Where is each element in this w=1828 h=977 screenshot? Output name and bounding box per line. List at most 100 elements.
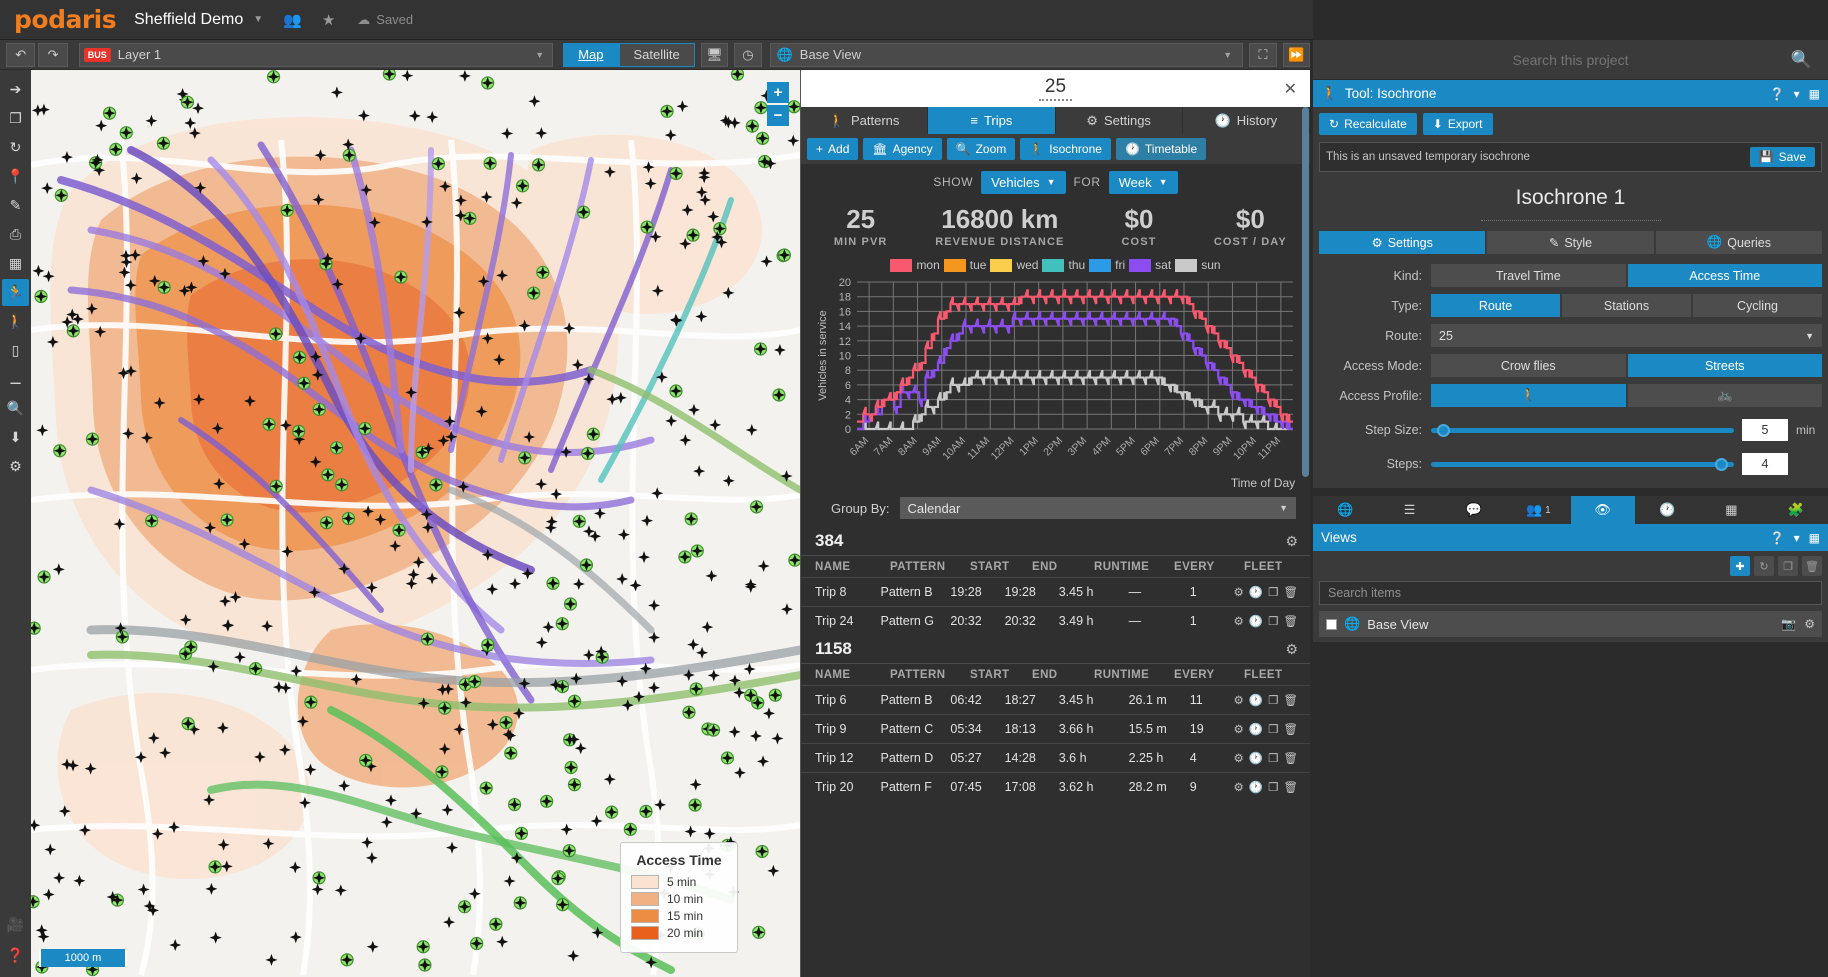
for-select[interactable]: Week ▼ bbox=[1108, 170, 1178, 194]
agency-button[interactable]: 🏛 Agency bbox=[863, 138, 942, 160]
marker-tool-icon[interactable]: 📍 bbox=[2, 163, 29, 190]
views-search-input[interactable]: Search items bbox=[1319, 581, 1822, 605]
isochrone-tool-icon[interactable]: 🏃 bbox=[2, 279, 29, 306]
fullscreen-icon[interactable]: ⛶ bbox=[1249, 42, 1277, 67]
step-size-value[interactable]: 5 bbox=[1742, 419, 1788, 441]
duplicate-icon[interactable]: ❐ bbox=[1268, 722, 1278, 736]
clock-icon[interactable]: 🕐 bbox=[1249, 751, 1263, 765]
walk-tool-icon[interactable]: 🚶 bbox=[2, 308, 29, 335]
kind-option-access-time[interactable]: Access Time bbox=[1627, 264, 1822, 287]
show-select[interactable]: Vehicles ▼ bbox=[981, 170, 1066, 194]
timetable-button[interactable]: 🕐 Timetable bbox=[1115, 138, 1207, 160]
delete-icon[interactable]: 🗑 bbox=[1283, 751, 1298, 765]
table-row[interactable]: Trip 12 Pattern D 05:27 14:28 3.6 h 2.25 h 4 ⚙ 🕐… bbox=[801, 743, 1310, 772]
chart-legend-item[interactable]: mon bbox=[890, 258, 940, 272]
table-row[interactable]: Trip 20 Pattern F 07:45 17:08 3.62 h 28.2 m 9 ⚙… bbox=[801, 772, 1310, 801]
add-button[interactable]: + Add bbox=[807, 138, 859, 160]
time-dial-icon[interactable]: ◷ bbox=[734, 42, 762, 67]
puzzle-icon[interactable]: 🧩 bbox=[1764, 496, 1828, 524]
app-logo[interactable]: podaris bbox=[0, 5, 134, 34]
globe-icon[interactable]: 🌐 bbox=[1313, 496, 1377, 524]
popout-icon[interactable]: ▦ bbox=[1809, 531, 1820, 545]
duplicate-icon[interactable]: ❐ bbox=[1268, 780, 1278, 794]
chart-legend-item[interactable]: tue bbox=[943, 258, 986, 272]
help-tool-icon[interactable]: ❓ bbox=[2, 942, 29, 969]
history-icon[interactable]: 🕐 bbox=[1635, 496, 1699, 524]
page-title[interactable]: 25 bbox=[1038, 76, 1073, 101]
eraser-tool-icon[interactable]: ⎙ bbox=[2, 221, 29, 248]
zoom-out-button[interactable]: − bbox=[767, 105, 789, 126]
duplicate-view-icon[interactable]: ❐ bbox=[1778, 556, 1798, 576]
project-name[interactable]: Sheffield Demo bbox=[134, 11, 251, 29]
chart-legend-item[interactable]: sat bbox=[1129, 258, 1171, 272]
clock-icon[interactable]: 🕐 bbox=[1249, 722, 1263, 736]
help-icon[interactable]: ❔ bbox=[1770, 87, 1785, 101]
tab-style[interactable]: ✎ Style bbox=[1487, 231, 1654, 254]
view-select[interactable]: 🌐 Base View ▼ bbox=[769, 42, 1244, 67]
trip-group-header[interactable]: 1158 ⚙ bbox=[801, 635, 1310, 664]
save-button[interactable]: 💾 Save bbox=[1749, 147, 1815, 167]
duplicate-icon[interactable]: ❐ bbox=[1268, 614, 1278, 628]
copy-tool-icon[interactable]: ❐ bbox=[2, 105, 29, 132]
annotation-tool-icon[interactable]: ▯ bbox=[2, 337, 29, 364]
panel-scrollbar[interactable] bbox=[1302, 107, 1309, 507]
view-checkbox[interactable] bbox=[1326, 618, 1337, 630]
slider-knob[interactable] bbox=[1437, 423, 1450, 437]
zoom-button[interactable]: 🔍 Zoom bbox=[946, 138, 1016, 160]
table-row[interactable]: Trip 24 Pattern G 20:32 20:32 3.49 h — 1 ⚙ 🕐 ❐ 🗑 bbox=[801, 606, 1310, 635]
isochrone-name[interactable]: Isochrone 1 bbox=[1480, 180, 1661, 221]
grid-icon[interactable]: ▦ bbox=[1699, 496, 1763, 524]
help-icon[interactable]: ❔ bbox=[1770, 531, 1785, 545]
recalculate-button[interactable]: ↻ Recalculate bbox=[1319, 113, 1417, 135]
share-users-icon[interactable]: 👥 bbox=[273, 11, 312, 29]
clock-icon[interactable]: 🕐 bbox=[1249, 693, 1263, 707]
delete-icon[interactable]: 🗑 bbox=[1283, 722, 1298, 736]
gear-icon[interactable]: ⚙ bbox=[1233, 585, 1243, 599]
gear-icon[interactable]: ⚙ bbox=[1233, 722, 1243, 736]
table-row[interactable]: Trip 6 Pattern B 06:42 18:27 3.45 h 26.1 m 11 ⚙… bbox=[801, 685, 1310, 714]
cursor-tool-icon[interactable]: ➔ bbox=[2, 76, 29, 103]
project-dropdown-caret[interactable]: ▼ bbox=[251, 14, 273, 25]
chevron-down-icon[interactable]: ▾ bbox=[1794, 87, 1800, 101]
type-option-route[interactable]: Route bbox=[1431, 294, 1560, 317]
duplicate-icon[interactable]: ❐ bbox=[1268, 751, 1278, 765]
table-row[interactable]: Trip 8 Pattern B 19:28 19:28 3.45 h — 1 ⚙ 🕐 ❐ 🗑 bbox=[801, 577, 1310, 606]
layers-icon[interactable]: ☰ bbox=[1377, 496, 1441, 524]
video-tool-icon[interactable]: 🎥 bbox=[2, 911, 29, 938]
clock-icon[interactable]: 🕐 bbox=[1249, 614, 1263, 628]
settings-tool-icon[interactable]: ⚙ bbox=[2, 453, 29, 480]
undo-icon[interactable]: ↶ bbox=[6, 42, 36, 67]
delete-view-icon[interactable]: 🗑 bbox=[1802, 556, 1822, 576]
duplicate-icon[interactable]: ❐ bbox=[1268, 693, 1278, 707]
delete-icon[interactable]: 🗑 bbox=[1283, 585, 1298, 599]
clock-icon[interactable]: 🕐 bbox=[1249, 585, 1263, 599]
chevron-down-icon[interactable]: ▾ bbox=[1794, 531, 1800, 545]
kind-option-travel-time[interactable]: Travel Time bbox=[1431, 264, 1626, 287]
tab-queries[interactable]: 🌐 Queries bbox=[1655, 231, 1822, 254]
delete-icon[interactable]: 🗑 bbox=[1283, 614, 1298, 628]
isochrone-button[interactable]: 🚶 Isochrone bbox=[1020, 138, 1111, 160]
search-input[interactable] bbox=[1370, 51, 1771, 68]
group-by-select[interactable]: Calendar ▼ bbox=[899, 497, 1296, 519]
layer-select[interactable]: BUS Layer 1 ▼ bbox=[78, 42, 554, 67]
chart-legend-item[interactable]: sun bbox=[1175, 258, 1221, 272]
camera-icon[interactable]: 📷 bbox=[1781, 617, 1796, 631]
gear-icon[interactable]: ⚙ bbox=[1233, 780, 1243, 794]
gear-icon[interactable]: ⚙ bbox=[1285, 641, 1298, 658]
map-canvas[interactable]: + − 1000 m Access Time 5 min 10 min 15 m… bbox=[31, 70, 800, 977]
eye-icon[interactable]: 👁 bbox=[1570, 496, 1635, 524]
search-icon[interactable]: 🔍 bbox=[1791, 50, 1812, 70]
comment-icon[interactable]: 💬 bbox=[1442, 496, 1506, 524]
clock-icon[interactable]: 🕐 bbox=[1249, 780, 1263, 794]
steps-value[interactable]: 4 bbox=[1742, 453, 1788, 475]
gear-icon[interactable]: ⚙ bbox=[1804, 617, 1815, 631]
gear-icon[interactable]: ⚙ bbox=[1233, 614, 1243, 628]
tab-patterns[interactable]: 🚶 Patterns bbox=[801, 107, 929, 134]
rotate-tool-icon[interactable]: ↻ bbox=[2, 134, 29, 161]
add-view-icon[interactable]: ✚ bbox=[1730, 556, 1750, 576]
walk-icon[interactable]: 🚶 bbox=[1431, 384, 1626, 407]
type-option-cycling[interactable]: Cycling bbox=[1693, 294, 1822, 317]
import-tool-icon[interactable]: ⬇ bbox=[2, 424, 29, 451]
export-button[interactable]: ⬇ Export bbox=[1422, 113, 1493, 135]
rail-tool-icon[interactable]: ▦ bbox=[2, 250, 29, 277]
